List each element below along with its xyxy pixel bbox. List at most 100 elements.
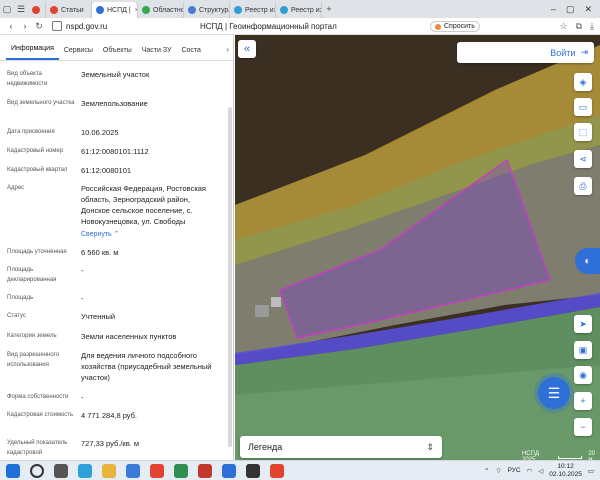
tab-info[interactable]: Информация (6, 45, 59, 60)
row-label: Удельный показатель кадастровой (7, 440, 68, 456)
ruler-icon: ▭ (578, 101, 588, 112)
forward-icon[interactable]: › (18, 21, 32, 31)
assistant-chat-button[interactable]: ☰ (538, 377, 570, 409)
file-explorer-icon[interactable] (102, 463, 116, 478)
app-icon[interactable] (246, 463, 260, 478)
row-label: Форма собственности (7, 394, 69, 400)
login-button[interactable]: Войти ⇥ (457, 42, 594, 63)
app-icon[interactable] (198, 463, 212, 478)
maximize-icon[interactable]: ▢ (566, 4, 575, 15)
browser-tab[interactable]: Структура (184, 2, 230, 18)
print-button[interactable]: ⎙ (574, 177, 592, 195)
logo-icon: ◐ (584, 255, 591, 267)
browser-tab[interactable]: НСПД |× (92, 2, 138, 18)
basemap-icon: ▣ (578, 344, 588, 355)
tab-label: Областно (153, 6, 184, 14)
language-indicator[interactable]: РУС (508, 467, 521, 474)
excel-icon[interactable] (174, 463, 188, 478)
extensions-icon[interactable]: ⧉ (576, 21, 582, 32)
collapse-link[interactable]: Свернуть ⌃ (81, 229, 221, 240)
browser-logo-icon[interactable]: ☰ (14, 0, 28, 18)
row-value[interactable]: 61:12:0080101:1112 (81, 146, 221, 157)
tab-objects[interactable]: Объекты (98, 47, 137, 60)
system-tray: ⌃ ⌔ РУС ◠ ◁ 10:12 02.10.2025 ▭ (484, 463, 600, 479)
attribution-text: НСПД 2025 (522, 451, 540, 460)
row-value: Для ведения личного подсобного хозяйства… (81, 351, 212, 382)
row-value: Землепользование (81, 99, 148, 108)
zoom-out-button[interactable]: − (574, 418, 592, 436)
tab-list-icon[interactable]: ▢ (0, 0, 14, 18)
geolocation-button[interactable]: ◉ (574, 366, 592, 384)
select-area-button[interactable]: ⬚ (574, 123, 592, 141)
chat-icon: ☰ (547, 384, 561, 401)
wifi-icon[interactable]: ◠ (527, 467, 533, 475)
yandex-browser-icon[interactable] (270, 463, 284, 478)
basemap-button[interactable]: ▣ (574, 341, 592, 359)
edge-icon[interactable] (78, 463, 92, 478)
measure-button[interactable]: ▭ (574, 98, 592, 116)
store-icon[interactable] (126, 463, 140, 478)
network-icon[interactable]: ⌔ (495, 466, 501, 475)
services-side-button[interactable]: ◐ (575, 248, 600, 274)
bookmark-icon[interactable]: ☆ (560, 21, 568, 32)
row-label: Площадь декларированная (7, 267, 57, 283)
browser-tab[interactable]: Областно (138, 2, 184, 18)
chrome-icon[interactable] (150, 463, 164, 478)
ask-icon (435, 23, 441, 30)
tray-chevron-icon[interactable]: ⌃ (484, 467, 489, 475)
tab-label: Структура (199, 6, 230, 14)
locate-button[interactable]: ➤ (574, 315, 592, 333)
zoom-in-button[interactable]: + (574, 392, 592, 410)
row-label: Дата присвоения (7, 129, 55, 135)
tab-favicon-icon (142, 6, 150, 14)
clock[interactable]: 10:12 02.10.2025 (549, 463, 582, 479)
browser-tab[interactable]: Реестр изс (276, 2, 322, 18)
clock-time: 10:12 (557, 462, 574, 470)
row-label: Площадь (7, 295, 34, 301)
map-view[interactable]: « Войти ⇥ ◈ ▭ ⬚ ⋖ ⎙ ◐ ➤ ▣ ◉ + − ☰ Легенд… (235, 35, 600, 460)
row-value[interactable]: 61:12:0080101 (81, 165, 221, 176)
row-value: Учтенный (81, 312, 116, 321)
tab-parts[interactable]: Части ЗУ (137, 47, 177, 60)
close-window-icon[interactable]: ✕ (584, 4, 592, 15)
lock-icon[interactable] (52, 21, 62, 31)
browser-tab-strip: ▢ ☰ Статьи НСПД |× Областно Структура Реестр… (0, 0, 600, 18)
row-value: 6 560 кв. м (81, 248, 119, 257)
row-value: Земельный участок (81, 70, 150, 79)
plus-icon: + (580, 396, 586, 406)
tab-services[interactable]: Сервисы (59, 47, 98, 60)
search-icon[interactable] (30, 463, 44, 478)
row-value: Земли населенных пунктов (81, 332, 177, 341)
ask-button[interactable]: Спросить (430, 21, 480, 32)
collapse-panel-button[interactable]: « (238, 40, 256, 58)
url-text[interactable]: nspd.gov.ru (66, 22, 107, 31)
tab-favicon-icon (188, 6, 196, 14)
pin-icon: ◉ (579, 369, 587, 380)
word-icon[interactable] (222, 463, 236, 478)
layers-button[interactable]: ◈ (574, 73, 592, 91)
browser-tab[interactable]: Статьи (46, 2, 92, 18)
share-button[interactable]: ⋖ (574, 150, 592, 168)
notifications-icon[interactable]: ▭ (588, 467, 594, 475)
row-label: Вид разрешенного использования (7, 352, 60, 368)
row-label: Кадастровый номер (7, 148, 64, 154)
legend-dropdown[interactable]: Легенда ⇕ (240, 436, 442, 458)
layers-icon: ◈ (579, 76, 587, 87)
new-tab-button[interactable]: + (322, 0, 336, 18)
volume-icon[interactable]: ◁ (538, 467, 543, 475)
windows-start-icon[interactable] (6, 463, 20, 478)
tabs-scroll-right-icon[interactable]: › (222, 45, 233, 60)
reload-icon[interactable]: ↻ (32, 21, 46, 32)
double-chevron-left-icon: « (243, 43, 251, 55)
panel-scrollbar[interactable] (228, 107, 232, 447)
minimize-icon[interactable]: – (551, 4, 556, 15)
browser-tab[interactable] (28, 2, 46, 18)
task-view-icon[interactable] (54, 463, 68, 478)
select-area-icon: ⬚ (578, 126, 588, 137)
object-info-panel: Информация Сервисы Объекты Части ЗУ Сост… (0, 35, 234, 460)
browser-tab[interactable]: Реестр изс (230, 2, 276, 18)
tab-composition[interactable]: Соста (176, 47, 205, 60)
back-icon[interactable]: ‹ (4, 21, 18, 31)
row-value: 727,33 руб./кв. м (81, 439, 139, 448)
downloads-icon[interactable]: ⤓ (590, 21, 594, 32)
